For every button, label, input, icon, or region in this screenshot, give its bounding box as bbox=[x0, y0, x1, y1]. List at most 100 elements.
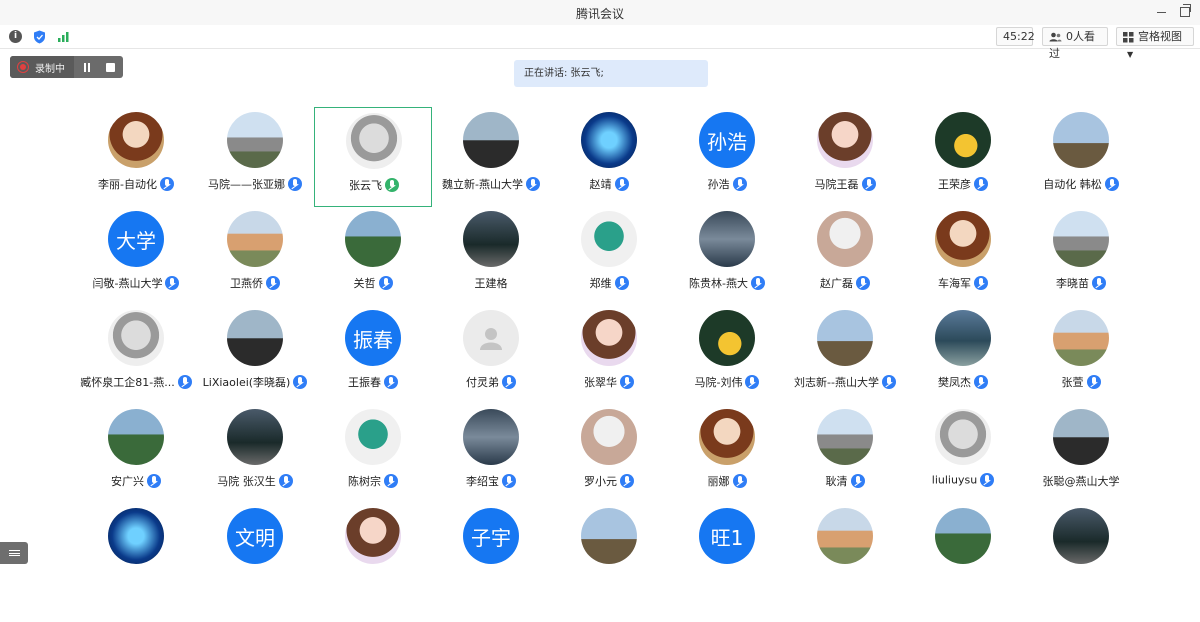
microphone-icon bbox=[732, 474, 747, 488]
participant-tile[interactable]: 李晓苗 bbox=[1022, 206, 1140, 306]
restore-button[interactable] bbox=[1176, 3, 1194, 21]
participant-tile[interactable]: 付灵弟 bbox=[432, 305, 550, 405]
security-button[interactable] bbox=[32, 29, 47, 44]
participant-name: 魏立新-燕山大学 bbox=[442, 178, 523, 191]
participant-tile[interactable]: 子宇 bbox=[432, 503, 550, 603]
restore-icon bbox=[1180, 4, 1191, 17]
participant-tile[interactable]: 孙浩 孙浩 bbox=[668, 107, 786, 207]
participant-name: 安广兴 bbox=[111, 475, 144, 488]
participant-tile[interactable] bbox=[77, 503, 195, 603]
participant-tile[interactable]: 郑维 bbox=[550, 206, 668, 306]
participant-name: 自动化 韩松 bbox=[1043, 178, 1102, 191]
list-icon bbox=[9, 549, 28, 558]
recording-label: 录制中 bbox=[35, 63, 65, 75]
participant-tile[interactable]: liuliuysu bbox=[904, 404, 1022, 504]
participant-tile[interactable]: 赵靖 bbox=[550, 107, 668, 207]
participant-tile[interactable]: LiXiaolei(李晓磊) bbox=[196, 305, 314, 405]
participant-name: 樊凤杰 bbox=[938, 376, 971, 389]
participant-tile[interactable]: 李绍宝 bbox=[432, 404, 550, 504]
participant-tile[interactable]: 王建格 bbox=[432, 206, 550, 306]
microphone-icon bbox=[385, 178, 399, 192]
participant-tile[interactable]: 大学 闫敬-燕山大学 bbox=[77, 206, 195, 306]
microphone-icon bbox=[288, 177, 302, 191]
participant-tile[interactable] bbox=[550, 503, 668, 603]
participant-tile[interactable]: 马院王磊 bbox=[786, 107, 904, 207]
participant-tile[interactable]: 王荣彦 bbox=[904, 107, 1022, 207]
avatar bbox=[581, 409, 637, 465]
avatar bbox=[1053, 409, 1109, 465]
participant-name: liuliuysu bbox=[931, 473, 978, 487]
meeting-toolbar: i 45:22 0人看过 宫格视图 ▼ bbox=[0, 25, 1200, 60]
participant-tile[interactable]: 旺1 bbox=[668, 503, 786, 603]
participant-tile[interactable]: 张云飞 bbox=[314, 107, 432, 207]
participant-tile[interactable]: 马院——张亚娜 bbox=[196, 107, 314, 207]
participant-tile[interactable]: 罗小元 bbox=[550, 404, 668, 504]
pause-recording-button[interactable] bbox=[81, 61, 93, 73]
participant-tile[interactable]: 刘志新--燕山大学 bbox=[786, 305, 904, 405]
minimize-button[interactable] bbox=[1152, 3, 1170, 21]
speaking-banner: 正在讲话: 张云飞; bbox=[514, 60, 708, 87]
participant-name: 李丽-自动化 bbox=[98, 178, 157, 191]
participant-name: 卫燕侨 bbox=[230, 277, 263, 290]
participant-tile[interactable]: 马院-刘伟 bbox=[668, 305, 786, 405]
avatar bbox=[227, 310, 283, 366]
microphone-icon bbox=[974, 375, 988, 389]
participant-tile[interactable]: 臧怀泉工企81-燕... bbox=[77, 305, 195, 405]
participant-tile[interactable]: 赵广磊 bbox=[786, 206, 904, 306]
default-avatar bbox=[463, 310, 519, 366]
participant-name-line: 张萱 bbox=[1008, 374, 1154, 390]
stop-recording-button[interactable] bbox=[104, 61, 116, 73]
viewers-button[interactable]: 0人看过 bbox=[1042, 27, 1108, 60]
participant-name: 王振春 bbox=[348, 376, 381, 389]
participant-tile[interactable]: 丽娜 bbox=[668, 404, 786, 504]
participant-name: 马院王磊 bbox=[814, 178, 859, 191]
participant-tile[interactable]: 张聪@燕山大学 bbox=[1022, 404, 1140, 504]
participant-tile[interactable]: 张翠华 bbox=[550, 305, 668, 405]
participant-tile[interactable]: 卫燕侨 bbox=[196, 206, 314, 306]
participant-tile[interactable]: 陈贵林-燕大 bbox=[668, 206, 786, 306]
network-signal-button[interactable] bbox=[56, 29, 71, 44]
participant-name-line: 李晓苗 bbox=[1008, 275, 1154, 291]
text-avatar: 大学 bbox=[108, 211, 164, 267]
avatar bbox=[1053, 112, 1109, 168]
participant-tile[interactable]: 张萱 bbox=[1022, 305, 1140, 405]
participant-tile[interactable]: 李丽-自动化 bbox=[77, 107, 195, 207]
participant-tile[interactable]: 自动化 韩松 bbox=[1022, 107, 1140, 207]
participant-tile[interactable] bbox=[314, 503, 432, 603]
participant-tile[interactable]: 振春 王振春 bbox=[314, 305, 432, 405]
minimize-icon bbox=[1156, 11, 1166, 13]
microphone-icon bbox=[620, 375, 634, 389]
view-mode-dropdown[interactable]: 宫格视图 ▼ bbox=[1116, 27, 1194, 59]
participant-tile[interactable]: 陈树宗 bbox=[314, 404, 432, 504]
participant-list-button[interactable] bbox=[0, 542, 28, 564]
microphone-icon bbox=[147, 474, 161, 488]
participant-tile[interactable]: 耿清 bbox=[786, 404, 904, 504]
microphone-icon bbox=[856, 276, 870, 290]
participant-tile[interactable]: 魏立新-燕山大学 bbox=[432, 107, 550, 207]
participant-name: 刘志新--燕山大学 bbox=[794, 376, 879, 389]
participant-tile[interactable]: 马院 张汉生 bbox=[196, 404, 314, 504]
info-button[interactable]: i bbox=[8, 29, 23, 44]
participant-tile[interactable]: 车海军 bbox=[904, 206, 1022, 306]
info-icon: i bbox=[9, 30, 22, 43]
participant-tile[interactable]: 文明 bbox=[196, 503, 314, 603]
microphone-icon bbox=[165, 276, 180, 290]
title-bar: 腾讯会议 bbox=[0, 0, 1200, 25]
avatar bbox=[817, 112, 873, 168]
participant-tile[interactable] bbox=[1022, 503, 1140, 603]
participant-tile[interactable] bbox=[786, 503, 904, 603]
participant-name: 车海军 bbox=[938, 277, 971, 290]
microphone-icon bbox=[732, 177, 747, 191]
participant-tile[interactable]: 安广兴 bbox=[77, 404, 195, 504]
participant-name: 罗小元 bbox=[584, 475, 617, 488]
participant-tile[interactable]: 关哲 bbox=[314, 206, 432, 306]
avatar bbox=[935, 112, 991, 168]
avatar bbox=[108, 508, 164, 564]
avatar bbox=[817, 409, 873, 465]
participant-name: 张萱 bbox=[1061, 376, 1084, 389]
shield-icon bbox=[34, 30, 45, 43]
participant-tile[interactable] bbox=[904, 503, 1022, 603]
avatar bbox=[935, 211, 991, 267]
recording-status[interactable]: 录制中 bbox=[10, 56, 74, 78]
participant-tile[interactable]: 樊凤杰 bbox=[904, 305, 1022, 405]
